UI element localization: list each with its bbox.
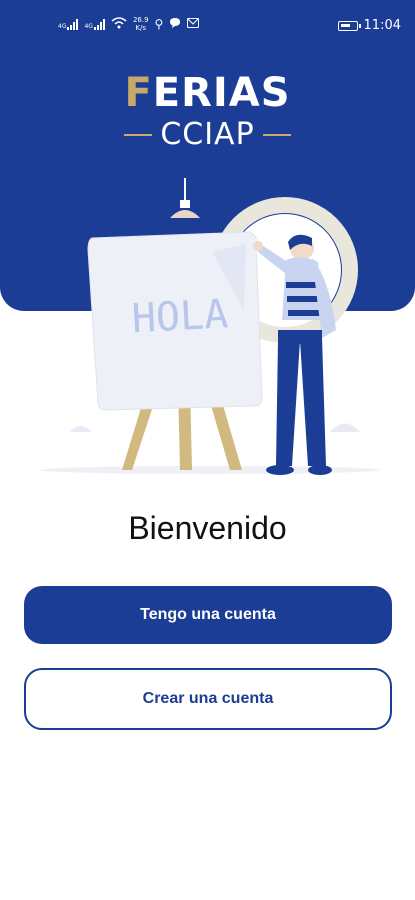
speed-unit: K/s [135,24,147,32]
signal-icon: 4G [58,18,79,30]
chat-icon [169,17,181,32]
mail-icon [187,17,200,31]
status-bar: 4G 4G 26.9 K/s ⚲ 11:04 [0,0,415,52]
board-text: HOLA [131,291,230,342]
register-button-label: Crear una cuenta [142,690,274,707]
network-speed: 26.9 K/s [133,16,149,32]
login-button[interactable]: Tengo una cuenta [24,586,392,644]
network-type-2: 4G [84,22,93,30]
logo-accent-letter: F [124,70,153,116]
login-button-label: Tengo una cuenta [140,606,276,623]
logo-rule-right [262,134,291,136]
logo-title: FERIAS [0,70,415,116]
register-button[interactable]: Crear una cuenta [24,668,392,730]
welcome-illustration: HOLA [40,178,380,475]
usb-icon: ⚲ [154,17,164,31]
speed-value: 26.9 [132,16,149,24]
welcome-title: Bienvenido [128,510,287,546]
signal-icon: 4G [84,18,105,30]
wifi-icon [111,16,127,32]
logo-subtitle: CCIAP [0,118,415,152]
logo-title-rest: ERIAS [152,70,291,116]
logo-subtitle-text: CCIAP [160,117,255,152]
battery-icon [337,20,361,31]
status-left: 4G 4G 26.9 K/s ⚲ [58,16,200,32]
status-right: 11:04 [337,18,401,33]
network-type-1: 4G [58,22,67,30]
logo-rule-left [124,134,153,136]
app-logo: FERIAS CCIAP [0,70,415,152]
clock: 11:04 [363,18,401,33]
